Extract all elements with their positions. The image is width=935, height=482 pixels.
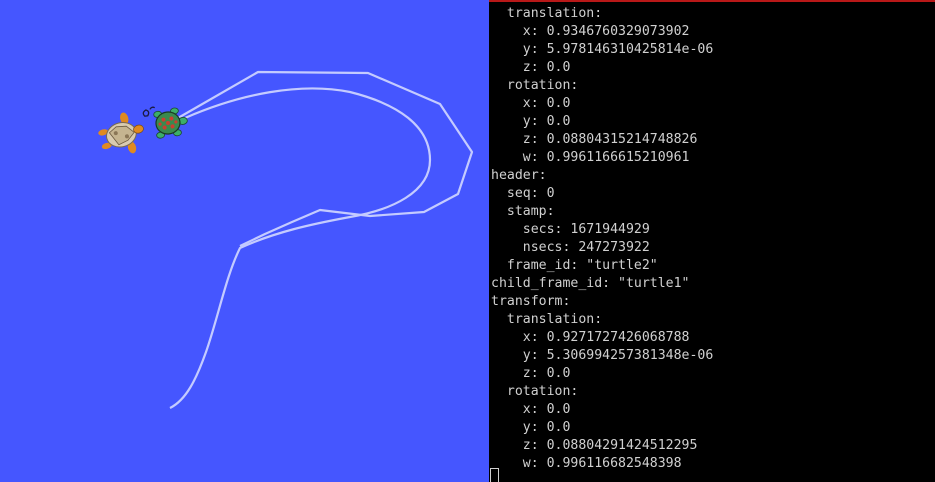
terminal-line: x: 0.9271727426068788 (491, 330, 690, 345)
terminal-line: x: 0.0 (491, 96, 571, 111)
turtlesim-canvas (0, 0, 489, 482)
terminal-line: z: 0.0 (491, 366, 571, 381)
terminal-line: header: (491, 168, 547, 183)
terminal-line: child_frame_id: "turtle1" (491, 276, 690, 291)
terminal-line: x: 0.9346760329073902 (491, 24, 690, 39)
terminal-line: w: 0.996116682548398 (491, 456, 682, 471)
terminal-line: seq: 0 (491, 186, 555, 201)
terminal-line: z: 0.0 (491, 60, 571, 75)
terminal-line: y: 0.0 (491, 114, 571, 129)
terminal-line: rotation: (491, 384, 579, 399)
terminal-cursor[interactable] (490, 468, 499, 482)
simulator-background (0, 0, 489, 482)
terminal-line: transform: (491, 294, 571, 309)
turtlesim-view (0, 0, 489, 482)
terminal-line: nsecs: 247273922 (491, 240, 650, 255)
terminal-line: w: 0.9961166615210961 (491, 150, 690, 165)
terminal-line: z: 0.08804315214748826 (491, 132, 698, 147)
terminal-line: rotation: (491, 78, 579, 93)
terminal-line: translation: (491, 312, 603, 327)
terminal-line: translation: (491, 6, 603, 21)
terminal-line: z: 0.08804291424512295 (491, 438, 698, 453)
terminal-line: y: 5.306994257381348e-06 (491, 348, 714, 363)
terminal-line: x: 0.0 (491, 402, 571, 417)
terminal-line: secs: 1671944929 (491, 222, 650, 237)
terminal-line: y: 5.978146310425814e-06 (491, 42, 714, 57)
terminal-window: translation: x: 0.9346760329073902 y: 5.… (489, 0, 935, 482)
terminal-line: frame_id: "turtle2" (491, 258, 658, 273)
terminal-line: y: 0.0 (491, 420, 571, 435)
terminal-line: stamp: (491, 204, 555, 219)
